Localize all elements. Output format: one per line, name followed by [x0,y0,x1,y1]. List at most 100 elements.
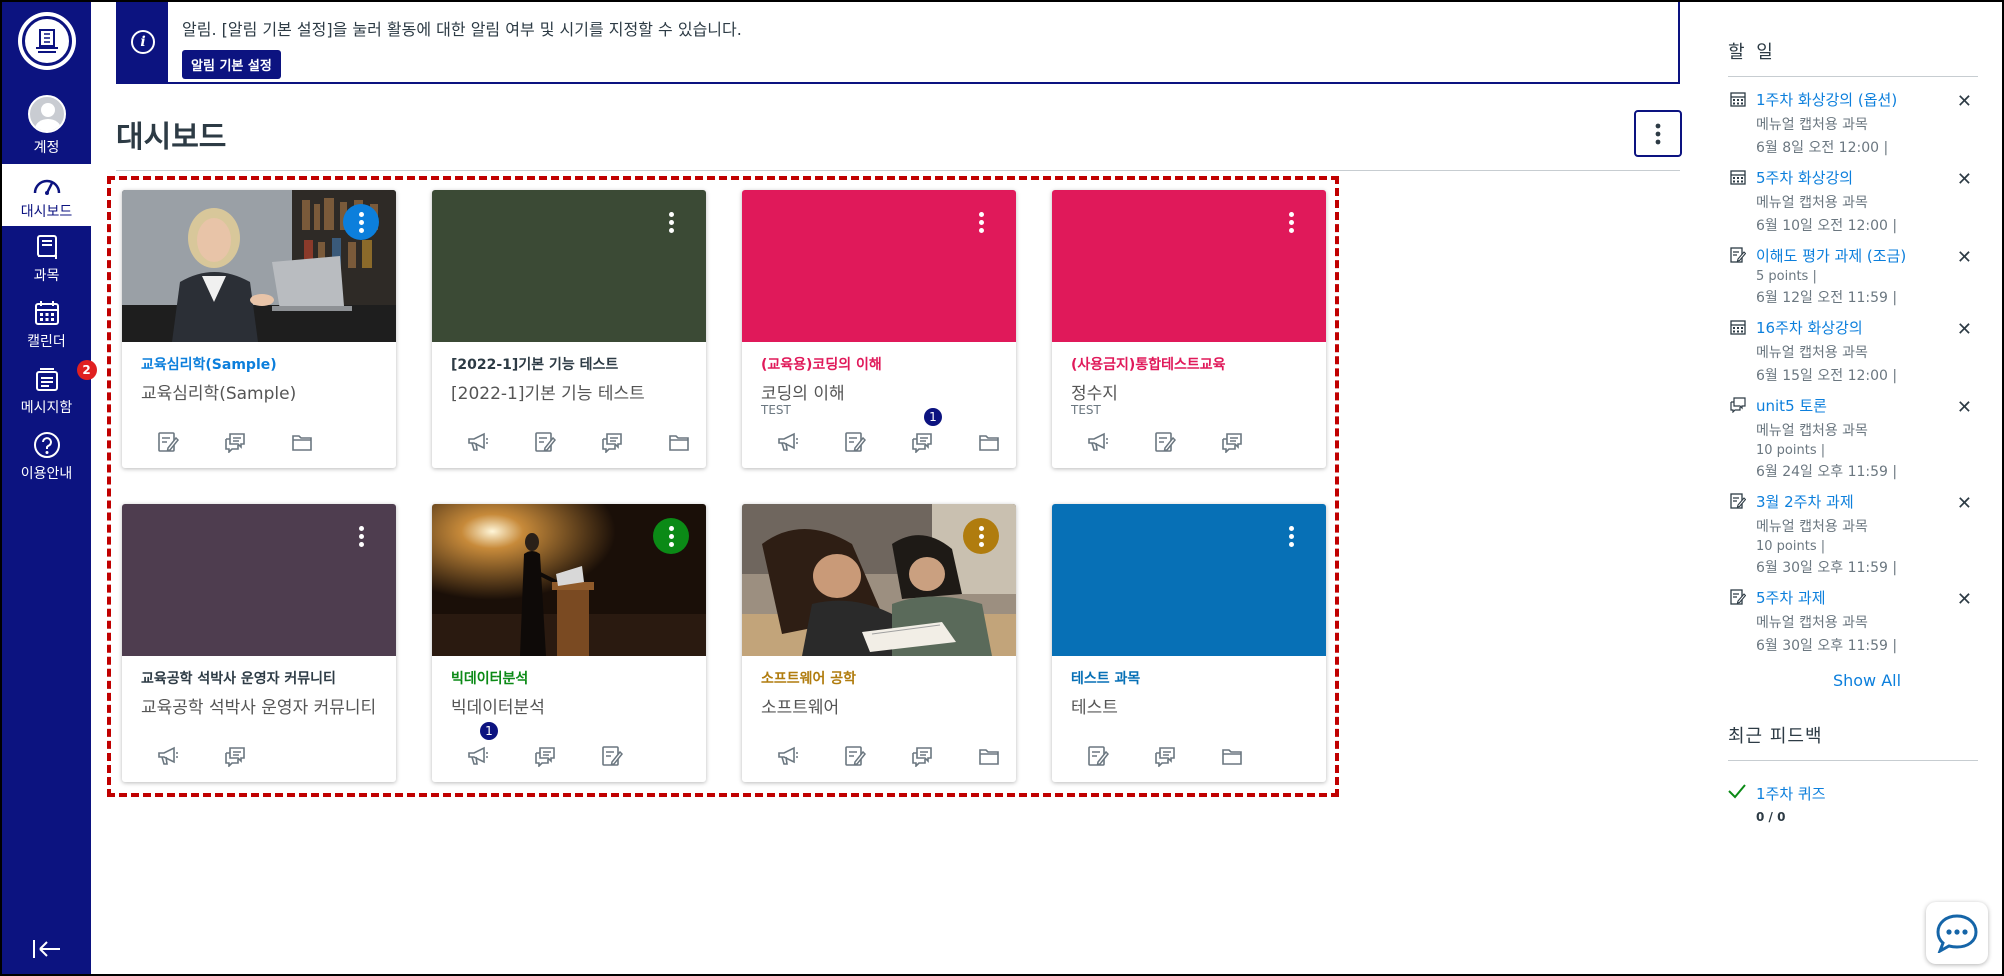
todo-item-title[interactable]: 이해도 평가 과제 (조금) [1756,245,1978,266]
card-options-icon[interactable] [963,518,999,554]
course-card-title[interactable]: (사용금지)통합테스트교육 [1071,354,1225,374]
assignments-icon[interactable] [1131,428,1198,456]
assignments-icon[interactable] [821,742,888,770]
todo-item-date: 6월 10일 오전 12:00 [1756,218,1888,234]
dismiss-icon[interactable]: ✕ [1957,247,1972,268]
todo-item[interactable]: 5주차 과제 메뉴얼 캡처용 과목 6월 30일 오후 11:59 | ✕ [1728,587,1978,655]
university-logo[interactable] [18,12,76,70]
todo-item[interactable]: 3월 2주차 과제 메뉴얼 캡처용 과목 10 points | 6월 30일 오후 … [1728,491,1978,577]
todo-item-points: 10 points [1756,539,1817,554]
nav-account[interactable]: 계정 [2,94,91,157]
course-card-title[interactable]: 교육공학 석박사 운영자 커뮤니티 [141,668,336,688]
course-card-subtitle: 교육심리학(Sample) [141,384,297,404]
dashboard-options-button[interactable] [1634,110,1682,157]
todo-item[interactable]: 1주차 화상강의 (옵션) 메뉴얼 캡처용 과목 6월 8일 오전 12:00 | ✕ [1728,89,1978,157]
announcements-icon[interactable] [1064,428,1131,456]
feedback-title[interactable]: 1주차 퀴즈 [1756,783,1978,804]
files-icon[interactable] [955,428,1022,456]
todo-item-title[interactable]: 5주차 화상강의 [1756,167,1978,188]
todo-item-title[interactable]: 16주차 화상강의 [1756,317,1978,338]
announcements-icon[interactable] [444,428,511,456]
global-nav: 계정 대시보드 과목 캘린더 2 메시지함 이용안내 [2,2,97,974]
dismiss-icon[interactable]: ✕ [1957,493,1972,514]
todo-item-title[interactable]: 5주차 과제 [1756,587,1978,608]
dismiss-icon[interactable]: ✕ [1957,397,1972,418]
course-card[interactable]: 교육공학 석박사 운영자 커뮤니티 교육공학 석박사 운영자 커뮤니티 [122,504,396,782]
nav-dashboard[interactable]: 대시보드 [2,164,91,226]
todo-item[interactable]: unit5 토론 메뉴얼 캡처용 과목 10 points | 6월 24일 오후 1… [1728,395,1978,481]
discussions-icon[interactable]: 1 [888,408,955,456]
course-card-title[interactable]: 테스트 과목 [1071,668,1140,688]
discussions-icon[interactable] [201,428,268,456]
files-icon[interactable] [1198,742,1265,770]
discussions-icon[interactable] [511,742,578,770]
card-options-icon[interactable] [963,204,999,240]
announcements-icon[interactable] [134,742,201,770]
dismiss-icon[interactable]: ✕ [1957,91,1972,112]
card-options-icon[interactable] [1273,204,1309,240]
nav-courses[interactable]: 과목 [2,232,91,285]
nav-help[interactable]: 이용안내 [2,430,91,483]
discussions-icon[interactable] [1131,742,1198,770]
course-card-actions [134,742,268,770]
todo-item-course: 메뉴얼 캡처용 과목 [1756,519,1868,535]
todo-item[interactable]: 이해도 평가 과제 (조금) 5 points | 6월 12일 오전 11:59 … [1728,245,1978,307]
help-icon [27,430,67,460]
todo-item-title[interactable]: 3월 2주차 과제 [1756,491,1978,512]
assignments-icon[interactable] [134,428,201,456]
feedback-heading: 최근 피드백 [1728,722,1978,761]
course-card-title[interactable]: [2022-1]기본 기능 테스트 [451,354,618,374]
show-all-link[interactable]: Show All [1728,671,1978,690]
course-card-title[interactable]: (교육용)코딩의 이해 [761,354,882,374]
assignments-icon[interactable] [578,742,645,770]
collapse-nav-icon[interactable] [32,938,62,960]
dismiss-icon[interactable]: ✕ [1957,169,1972,190]
card-options-icon[interactable] [653,204,689,240]
announcements-icon[interactable]: 1 [444,722,511,770]
discussions-icon[interactable] [1198,428,1265,456]
todo-item[interactable]: 16주차 화상강의 메뉴얼 캡처용 과목 6월 15일 오전 12:00 | ✕ [1728,317,1978,385]
course-card[interactable]: 테스트 과목 테스트 [1052,504,1326,782]
discussions-icon[interactable] [201,742,268,770]
assignments-icon[interactable] [1064,742,1131,770]
todo-item-title[interactable]: 1주차 화상강의 (옵션) [1756,89,1978,110]
announcements-icon[interactable] [754,428,821,456]
course-card-term: TEST [761,403,791,417]
course-card-subtitle: 코딩의 이해 [761,384,845,404]
page-title: 대시보드 [116,120,227,155]
course-card[interactable]: (사용금지)통합테스트교육 정수지 TEST [1052,190,1326,468]
assignments-icon[interactable] [511,428,578,456]
card-options-icon[interactable] [1273,518,1309,554]
course-card[interactable]: 빅데이터분석 빅데이터분석 1 [432,504,706,782]
course-card[interactable]: 소프트웨어 공학 소프트웨어 [742,504,1016,782]
course-card[interactable]: (교육용)코딩의 이해코딩의 이해 TEST 1 [742,190,1016,468]
discussions-icon[interactable] [888,742,955,770]
course-card-title[interactable]: 빅데이터분석 [451,668,528,688]
chat-button[interactable] [1926,902,1988,964]
files-icon[interactable] [645,428,712,456]
kebab-icon [1655,123,1661,144]
card-options-icon[interactable] [343,204,379,240]
discussions-icon[interactable] [578,428,645,456]
feedback-item[interactable]: 1주차 퀴즈 0 / 0 [1728,783,1978,824]
course-card-title[interactable]: 교육심리학(Sample) [141,354,277,374]
calendar-icon [1730,91,1746,107]
announcements-icon[interactable] [754,742,821,770]
discussion-icon [1730,397,1746,414]
dismiss-icon[interactable]: ✕ [1957,319,1972,340]
todo-item[interactable]: 5주차 화상강의 메뉴얼 캡처용 과목 6월 10일 오전 12:00 | ✕ [1728,167,1978,235]
nav-inbox[interactable]: 2 메시지함 [2,360,97,417]
course-card[interactable]: [2022-1]기본 기능 테스트 [2022-1]기본 기능 테스트 [432,190,706,468]
card-options-icon[interactable] [653,518,689,554]
course-card[interactable]: 교육심리학(Sample) 교육심리학(Sample) [122,190,396,468]
notification-settings-button[interactable]: 알림 기본 설정 [182,50,281,79]
card-options-icon[interactable] [343,518,379,554]
files-icon[interactable] [268,428,335,456]
todo-item-course: 메뉴얼 캡처용 과목 [1756,195,1868,211]
dismiss-icon[interactable]: ✕ [1957,589,1972,610]
files-icon[interactable] [955,742,1022,770]
nav-calendar[interactable]: 캘린더 [2,298,91,351]
assignments-icon[interactable] [821,428,888,456]
course-card-title[interactable]: 소프트웨어 공학 [761,668,856,688]
todo-item-title[interactable]: unit5 토론 [1756,395,1978,416]
